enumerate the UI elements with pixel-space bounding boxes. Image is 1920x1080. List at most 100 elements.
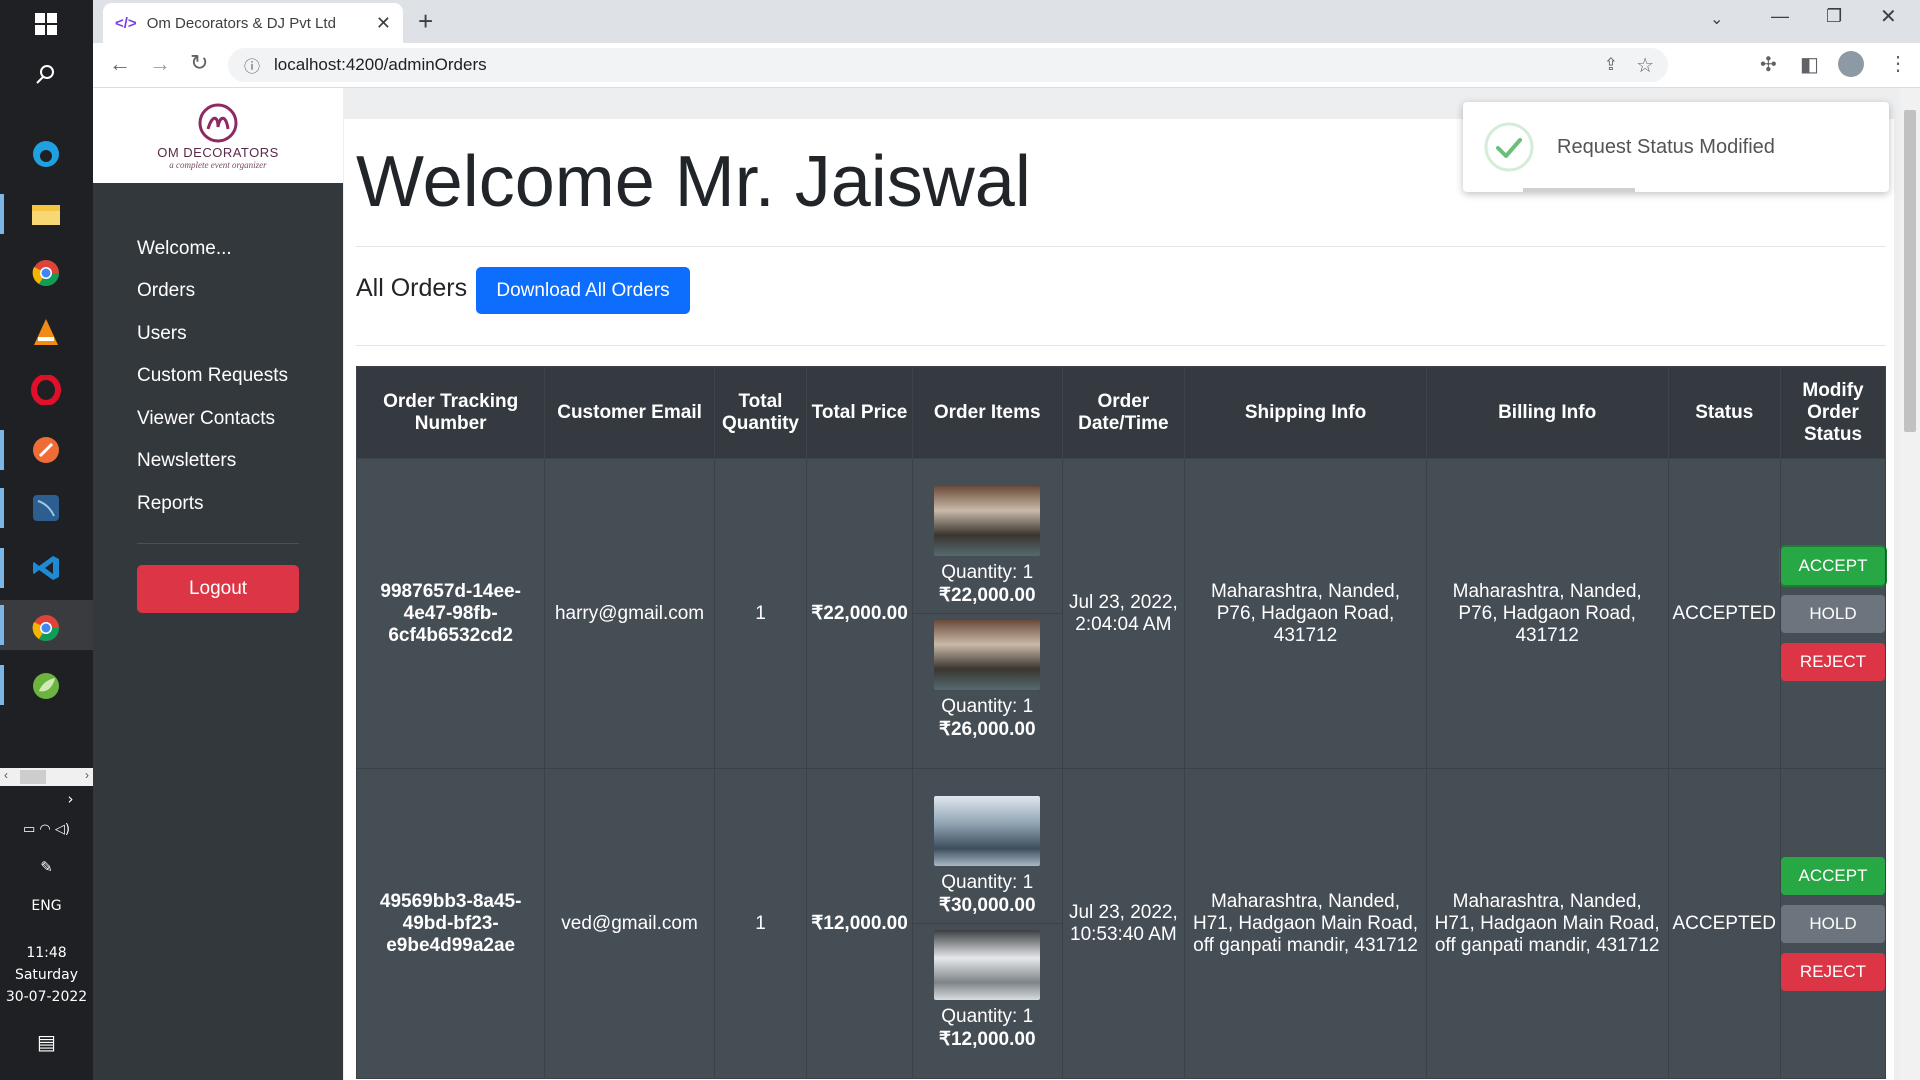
item-quantity: Quantity: 1 (941, 1006, 1034, 1027)
reject-button[interactable]: REJECT (1780, 642, 1885, 681)
back-icon[interactable]: ← (109, 51, 131, 77)
tab-title: Om Decorators & DJ Pvt Ltd (146, 14, 336, 32)
order-items-cell: Quantity: 1 ₹22,000.00 Quantity: 1 ₹26,0… (911, 458, 1063, 769)
close-tab-icon[interactable]: ✕ (376, 13, 391, 34)
chevron-left-icon[interactable]: ‹ (4, 768, 8, 782)
close-window-icon[interactable]: ✕ (1880, 4, 1897, 29)
notifications-icon[interactable]: ▤ (0, 1030, 93, 1054)
opera-icon[interactable] (30, 374, 62, 406)
download-all-orders-button[interactable]: Download All Orders (476, 267, 690, 314)
tab-search-chevron-icon[interactable]: ⌄ (1710, 9, 1723, 29)
edge-browser-icon[interactable] (30, 138, 62, 170)
reload-icon[interactable]: ↻ (190, 50, 208, 76)
vscode-icon[interactable] (30, 552, 62, 584)
side-panel-icon[interactable]: ◧ (1800, 52, 1819, 77)
customer-email: ved@gmail.com (544, 768, 715, 1079)
sidebar-item-orders[interactable]: Orders (137, 280, 195, 302)
system-tray-icons[interactable]: ▭ ◠ ◁) (0, 822, 93, 837)
billing-info: Maharashtra, Nanded, H71, Hadgaon Main R… (1425, 768, 1669, 1079)
sidebar-divider (137, 543, 299, 544)
postman-icon[interactable] (30, 434, 62, 466)
col-header: Customer Email (544, 366, 715, 459)
address-bar[interactable]: ⓘ localhost:4200/adminOrders ⇪ ☆ (228, 48, 1668, 82)
total-quantity: 1 (713, 768, 808, 1079)
scroll-thumb[interactable] (20, 770, 46, 784)
item-quantity: Quantity: 1 (941, 562, 1034, 583)
taskbar-active-indicator (0, 488, 4, 528)
order-items-cell: Quantity: 1 ₹30,000.00 Quantity: 1 ₹12,0… (911, 768, 1063, 1079)
taskbar-active-indicator (0, 430, 4, 470)
tracking-number: 49569bb3-8a45-49bd-bf23-e9be4d99a2ae (355, 768, 546, 1079)
col-header: Order Date/Time (1061, 366, 1186, 459)
sidebar-item-custom-requests[interactable]: Custom Requests (137, 365, 288, 387)
total-quantity: 1 (713, 458, 808, 769)
item-quantity: Quantity: 1 (941, 696, 1034, 717)
main-content: Welcome Mr. Jaiswal All Orders Download … (344, 119, 1894, 1080)
chrome-icon[interactable] (30, 257, 62, 289)
page-scrollbar[interactable] (1900, 88, 1920, 1080)
info-icon[interactable]: ⓘ (244, 53, 260, 77)
sidebar-item-users[interactable]: Users (137, 323, 187, 345)
taskbar-active-indicator (0, 605, 4, 645)
bookmark-star-icon[interactable]: ☆ (1636, 53, 1654, 78)
admin-sidebar: OM DECORATORS a complete event organizer… (93, 88, 343, 1080)
reject-button[interactable]: REJECT (1780, 952, 1885, 991)
extensions-icon[interactable]: ✣ (1760, 52, 1777, 77)
sidebar-item-reports[interactable]: Reports (137, 493, 204, 515)
language-indicator[interactable]: ENG (0, 898, 93, 914)
shipping-info: Maharashtra, Nanded, H71, Hadgaon Main R… (1184, 768, 1427, 1079)
success-check-icon (1484, 122, 1534, 172)
accept-button[interactable]: ACCEPT (1780, 546, 1885, 585)
order-item: Quantity: 1 ₹22,000.00 (912, 480, 1062, 614)
mysql-workbench-icon[interactable] (30, 492, 62, 524)
tracking-number: 9987657d-14ee-4e47-98fb-6cf4b6532cd2 (355, 458, 546, 769)
pen-icon[interactable]: ✎ (0, 858, 93, 876)
chevron-right-icon[interactable]: › (85, 768, 89, 782)
file-explorer-icon[interactable] (30, 198, 62, 230)
section-title: All Orders (356, 274, 468, 302)
page-title: Welcome Mr. Jaiswal (356, 142, 1031, 222)
forward-icon[interactable]: → (149, 51, 171, 77)
search-icon[interactable] (30, 58, 62, 90)
divider (356, 345, 1886, 346)
order-datetime: Jul 23, 2022, 2:04:04 AM (1061, 458, 1186, 769)
clock-date[interactable]: 30-07-2022 (0, 989, 93, 1005)
new-tab-icon[interactable]: + (418, 6, 433, 37)
browser-tab[interactable]: </> Om Decorators & DJ Pvt Ltd ✕ (103, 3, 403, 43)
accept-button[interactable]: ACCEPT (1780, 856, 1885, 895)
toast-notification[interactable]: Request Status Modified (1463, 102, 1889, 192)
modify-status-cell: ACCEPT HOLD REJECT (1779, 458, 1887, 769)
orders-table-wrapper: Order Tracking Number Customer Email Tot… (355, 366, 1887, 1079)
order-status: ACCEPTED (1667, 458, 1781, 769)
sidebar-item-newsletters[interactable]: Newsletters (137, 450, 236, 472)
minimize-icon[interactable]: — (1771, 6, 1789, 27)
menu-kebab-icon[interactable]: ⋮ (1888, 51, 1908, 76)
clock-time[interactable]: 11:48 (0, 945, 93, 961)
vlc-icon[interactable] (30, 316, 62, 348)
col-header: Billing Info (1425, 366, 1669, 459)
os-taskbar: ‹ › › ▭ ◠ ◁) ✎ ENG 11:48 Saturday 30-07-… (0, 0, 93, 1080)
scrollbar-thumb[interactable] (1904, 110, 1916, 432)
logo-tagline: a complete event organizer (169, 160, 267, 170)
col-header: Total Price (806, 366, 913, 459)
taskbar-scroll[interactable]: ‹ › (0, 768, 93, 786)
hold-button[interactable]: HOLD (1780, 904, 1885, 943)
taskbar-active-indicator (0, 548, 4, 588)
item-thumbnail (934, 486, 1041, 556)
order-item: Quantity: 1 ₹30,000.00 (912, 790, 1062, 924)
chrome-profile-icon[interactable] (30, 612, 62, 644)
code-favicon-icon: </> (115, 14, 137, 32)
logout-button[interactable]: Logout (137, 565, 299, 613)
share-icon[interactable]: ⇪ (1604, 55, 1618, 75)
toast-progress-bar (1523, 188, 1635, 192)
sidebar-item-welcome[interactable]: Welcome... (137, 238, 232, 260)
sidebar-item-viewer-contacts[interactable]: Viewer Contacts (137, 408, 275, 430)
clock-day[interactable]: Saturday (0, 967, 93, 983)
brand-logo[interactable]: OM DECORATORS a complete event organizer (93, 88, 343, 183)
spring-tools-icon[interactable] (30, 670, 62, 702)
table-row: 49569bb3-8a45-49bd-bf23-e9be4d99a2ae ved… (355, 768, 1887, 1079)
hold-button[interactable]: HOLD (1780, 594, 1885, 633)
windows-start-icon[interactable] (30, 8, 62, 40)
profile-avatar[interactable] (1838, 51, 1864, 77)
restore-icon[interactable]: ❐ (1826, 6, 1842, 27)
